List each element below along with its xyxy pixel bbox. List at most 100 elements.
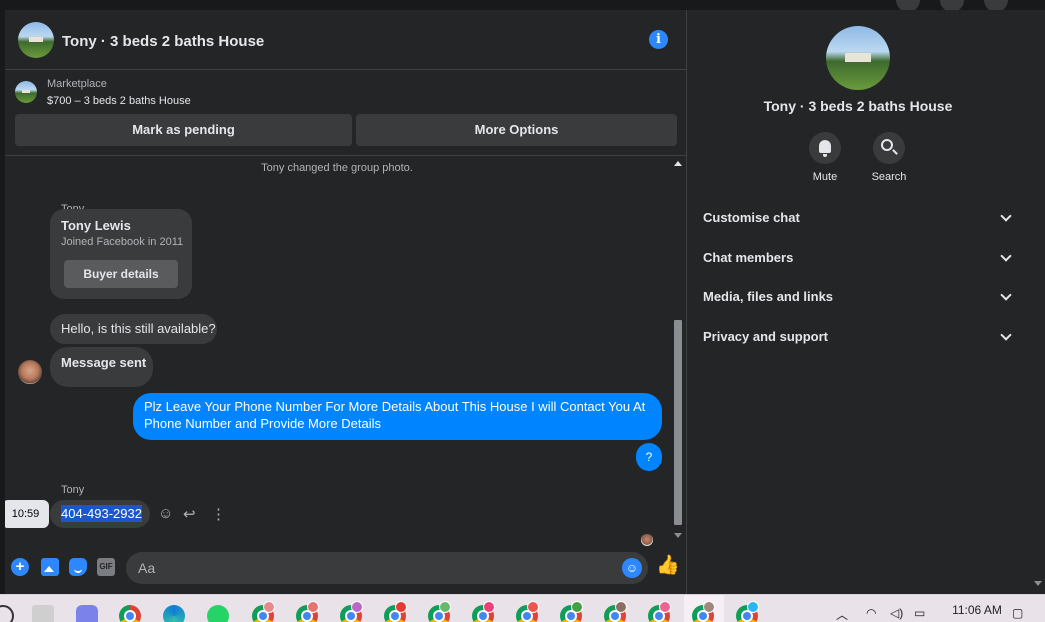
chrome-profile-icon[interactable] xyxy=(604,601,627,622)
chevron-up-icon[interactable]: ︿ xyxy=(836,606,848,622)
bell-icon xyxy=(819,140,831,157)
chrome-profile-icon[interactable] xyxy=(648,601,671,622)
image-icon[interactable] xyxy=(41,558,59,576)
whatsapp-icon[interactable] xyxy=(207,605,229,622)
section-label: Chat members xyxy=(703,250,794,265)
chrome-profile-icon[interactable] xyxy=(252,601,275,622)
profile-badge xyxy=(483,601,495,613)
chrome-profile-icon[interactable] xyxy=(296,601,319,622)
scroll-thumb[interactable] xyxy=(674,320,682,525)
search-button[interactable]: Search xyxy=(859,132,919,183)
info-icon[interactable]: i xyxy=(649,30,668,49)
reply-icon[interactable]: ↩ xyxy=(183,505,196,523)
marketplace-label: Marketplace xyxy=(47,78,107,90)
sticker-icon[interactable] xyxy=(69,558,87,576)
message-bubble-outgoing[interactable]: ? xyxy=(636,443,662,471)
system-note: Tony changed the group photo. xyxy=(261,162,413,174)
message-input-wrapper: ☺ xyxy=(126,552,648,584)
composer: + GIF ☺ 👍 xyxy=(5,548,687,594)
group-photo[interactable] xyxy=(826,26,890,90)
chrome-profile-icon[interactable] xyxy=(428,601,451,622)
chrome-profile-icon[interactable] xyxy=(560,601,583,622)
sender-name: Tony xyxy=(61,484,85,496)
page-scrollbar[interactable] xyxy=(1030,10,1045,594)
profile-badge xyxy=(703,601,715,613)
section-privacy-support[interactable]: Privacy and support xyxy=(698,321,1018,355)
search-label: Search xyxy=(871,171,907,183)
volume-icon[interactable]: ◁) xyxy=(890,606,903,620)
like-icon[interactable]: 👍 xyxy=(656,556,680,576)
phone-number-text[interactable]: 404-493-2932 xyxy=(61,505,142,522)
phone-message-bubble[interactable]: 404-493-2932 xyxy=(50,500,150,528)
chrome-profile-icon[interactable] xyxy=(472,601,495,622)
section-label: Media, files and links xyxy=(703,289,834,304)
profile-badge xyxy=(659,601,671,613)
message-list: Tony changed the group photo. Tony Tony … xyxy=(5,157,687,547)
scroll-down-icon[interactable] xyxy=(674,533,682,538)
buyer-details-button[interactable]: Buyer details xyxy=(64,260,178,288)
react-icon[interactable]: ☺ xyxy=(158,505,173,522)
message-bubble-incoming[interactable]: Hello, is this still available? xyxy=(50,314,217,344)
sender-avatar[interactable] xyxy=(18,360,42,384)
file-explorer-icon[interactable] xyxy=(32,605,54,622)
chrome-profile-icon[interactable] xyxy=(340,601,363,622)
search-icon[interactable] xyxy=(0,605,14,622)
scroll-down-icon[interactable] xyxy=(1034,581,1042,586)
chat-pane: Tony · 3 beds 2 baths House i Marketplac… xyxy=(5,10,687,594)
video-call-icon[interactable] xyxy=(76,605,98,622)
message-scrollbar[interactable] xyxy=(672,157,685,545)
emoji-icon[interactable]: ☺ xyxy=(622,558,642,578)
section-label: Customise chat xyxy=(703,210,800,225)
profile-badge xyxy=(615,601,627,613)
time-tooltip: 10:59 xyxy=(5,500,49,528)
chat-header: Tony · 3 beds 2 baths House i xyxy=(5,10,687,70)
message-bubble-outgoing[interactable]: Plz Leave Your Phone Number For More Det… xyxy=(133,393,662,440)
search-icon xyxy=(881,139,893,151)
battery-icon[interactable]: ▭ xyxy=(914,606,925,620)
buyer-joined: Joined Facebook in 2011 xyxy=(61,236,184,248)
section-customise-chat[interactable]: Customise chat xyxy=(698,202,1018,236)
chrome-profile-icon[interactable] xyxy=(516,601,539,622)
section-media-files-links[interactable]: Media, files and links xyxy=(698,281,1018,315)
chrome-profile-icon[interactable] xyxy=(736,601,759,622)
seen-indicator-avatar xyxy=(641,534,653,546)
taskbar: ︿ ◠ ◁) ▭ 11:06 AM ▢ xyxy=(0,594,1045,622)
more-actions-icon[interactable]: ⋮ xyxy=(211,505,226,523)
chat-info-panel: Tony · 3 beds 2 baths House Mute Search … xyxy=(688,10,1028,594)
profile-badge xyxy=(263,601,275,613)
chevron-down-icon xyxy=(1000,329,1012,341)
chevron-down-icon xyxy=(1000,289,1012,301)
profile-badge xyxy=(571,601,583,613)
chrome-profile-icon[interactable] xyxy=(692,601,715,622)
profile-badge xyxy=(747,601,759,613)
scroll-up-icon[interactable] xyxy=(674,161,682,166)
section-chat-members[interactable]: Chat members xyxy=(698,242,1018,276)
marketplace-banner: Marketplace $700 – 3 beds 2 baths House … xyxy=(5,71,687,156)
chevron-down-icon xyxy=(1000,210,1012,222)
plus-icon[interactable]: + xyxy=(11,558,29,576)
message-input[interactable] xyxy=(138,552,608,584)
top-strip xyxy=(0,0,1045,12)
profile-badge xyxy=(351,601,363,613)
listing-title[interactable]: $700 – 3 beds 2 baths House xyxy=(47,95,191,107)
taskbar-clock[interactable]: 11:06 AM xyxy=(947,603,1007,617)
chrome-profile-icon[interactable] xyxy=(384,601,407,622)
mute-button[interactable]: Mute xyxy=(795,132,855,183)
profile-badge xyxy=(527,601,539,613)
mark-as-pending-button[interactable]: Mark as pending xyxy=(15,114,352,146)
wifi-icon[interactable]: ◠ xyxy=(866,606,876,620)
more-options-button[interactable]: More Options xyxy=(356,114,677,146)
buyer-name: Tony Lewis xyxy=(61,218,131,233)
profile-badge xyxy=(439,601,451,613)
listing-thumbnail[interactable] xyxy=(15,81,37,103)
gif-icon[interactable]: GIF xyxy=(97,558,115,576)
chat-title[interactable]: Tony · 3 beds 2 baths House xyxy=(62,33,264,50)
chat-avatar[interactable] xyxy=(18,22,54,58)
browser-icon[interactable] xyxy=(163,605,185,622)
section-label: Privacy and support xyxy=(703,329,828,344)
messenger-window: Tony · 3 beds 2 baths House i Marketplac… xyxy=(0,0,1045,622)
chevron-down-icon xyxy=(1000,250,1012,262)
notification-icon[interactable]: ▢ xyxy=(1012,606,1023,620)
message-sent-bubble[interactable]: Message sent xyxy=(50,347,153,387)
chrome-icon[interactable] xyxy=(119,605,141,622)
